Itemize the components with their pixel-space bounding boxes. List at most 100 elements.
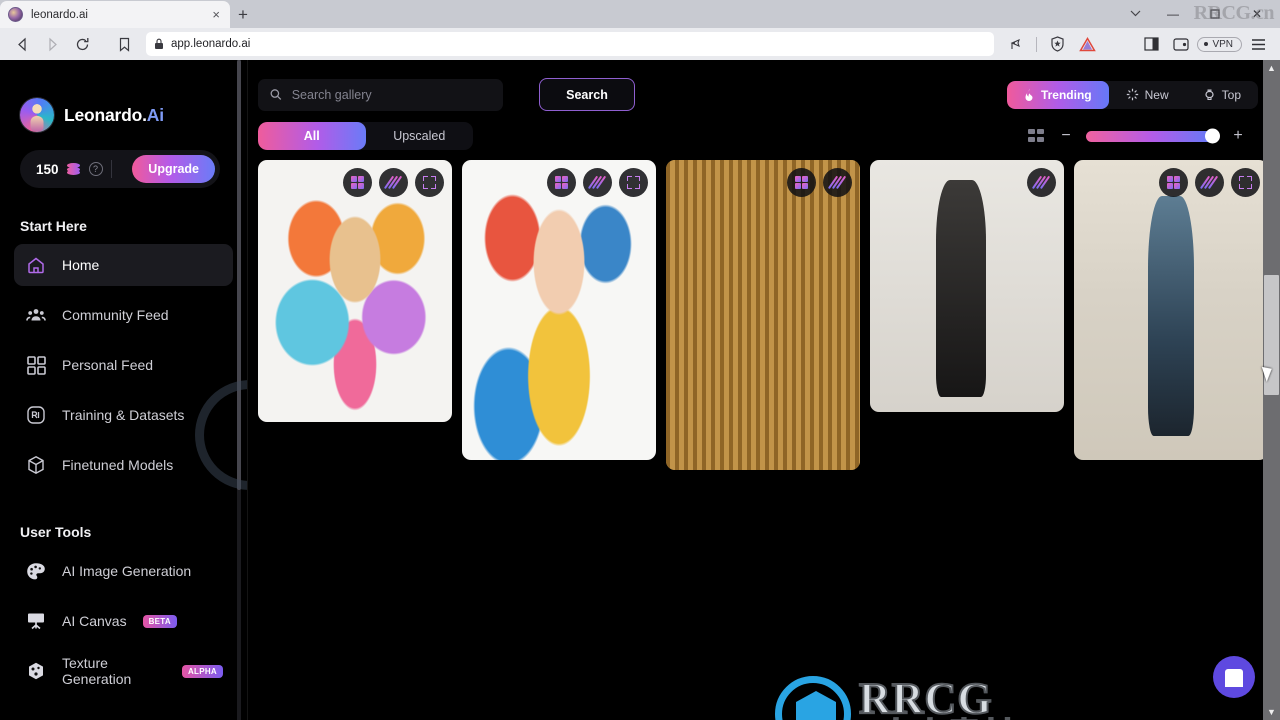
coins-icon — [66, 163, 81, 175]
search-field-wrapper[interactable] — [258, 78, 503, 111]
card-actions — [547, 168, 648, 197]
zoom-slider-knob[interactable] — [1205, 128, 1220, 144]
question-mark-icon[interactable]: ? — [88, 162, 103, 176]
tab-strip: leonardo.ai × + — ✕ RRCG.cn — [0, 0, 1280, 28]
artwork-image — [666, 160, 860, 470]
upscale-icon[interactable] — [787, 168, 816, 197]
sidebar-item-label: Finetuned Models — [62, 457, 174, 473]
people-icon — [26, 305, 46, 325]
variations-icon[interactable] — [583, 168, 612, 197]
search-input[interactable] — [291, 87, 491, 102]
sidebar-item-ai-canvas[interactable]: AI Canvas BETA — [14, 600, 233, 642]
sidebar-item-finetuned-models[interactable]: Finetuned Models — [14, 444, 233, 486]
card-actions — [787, 168, 852, 197]
variations-icon[interactable] — [823, 168, 852, 197]
app-sidebar: Leonardo.Ai 150 ? Upgrade Start Here Hom… — [0, 60, 248, 720]
sort-option-new[interactable]: New — [1109, 81, 1186, 109]
toolbar-actions: VPN — [1002, 31, 1272, 57]
maximize-button[interactable] — [1194, 0, 1236, 28]
brave-shields-icon[interactable] — [1043, 31, 1071, 57]
variations-icon[interactable] — [1027, 168, 1056, 197]
zoom-out-button[interactable]: − — [1046, 127, 1086, 145]
brand-name: Leonardo.Ai — [64, 104, 164, 125]
close-window-button[interactable]: ✕ — [1236, 0, 1278, 28]
forward-icon[interactable] — [38, 31, 66, 57]
search-button[interactable]: Search — [539, 78, 635, 111]
credits-divider — [110, 160, 112, 178]
texture-cube-icon — [26, 661, 46, 681]
expand-icon[interactable] — [415, 168, 444, 197]
zoom-in-button[interactable]: + — [1218, 127, 1258, 145]
sort-option-trending[interactable]: Trending — [1006, 80, 1109, 109]
sidebar-heading-start-here: Start Here — [20, 218, 87, 234]
lock-icon — [155, 38, 163, 49]
zoom-slider[interactable] — [1086, 128, 1220, 144]
upscale-icon[interactable] — [343, 168, 372, 197]
tab-title: leonardo.ai — [31, 8, 88, 21]
sidebar-item-home[interactable]: Home — [14, 244, 233, 286]
upscale-icon[interactable] — [1159, 168, 1188, 197]
reload-icon[interactable] — [68, 31, 96, 57]
scroll-down-arrow[interactable]: ▼ — [1263, 704, 1280, 720]
home-icon — [26, 255, 46, 275]
grid-layout-icon[interactable] — [1028, 129, 1046, 143]
sidebar-item-label: Community Feed — [62, 307, 169, 323]
sidebar-item-label: Texture Generation — [62, 655, 132, 687]
sidebar-item-label: Home — [62, 257, 100, 273]
gallery-card[interactable] — [462, 160, 656, 460]
vpn-label: VPN — [1212, 38, 1233, 50]
leonardo-app: Leonardo.Ai 150 ? Upgrade Start Here Hom… — [0, 60, 1280, 720]
variations-icon[interactable] — [379, 168, 408, 197]
browser-tab[interactable]: leonardo.ai × — [0, 1, 230, 28]
scroll-up-arrow[interactable]: ▲ — [1263, 60, 1280, 76]
toolbar-divider — [1036, 36, 1038, 52]
browser-toolbar: app.leonardo.ai VPN — [0, 28, 1280, 60]
back-icon[interactable] — [8, 31, 36, 57]
chevron-down-icon[interactable] — [1118, 8, 1152, 20]
gallery-card[interactable] — [1074, 160, 1268, 460]
flame-icon — [1025, 88, 1033, 101]
badge-alpha: ALPHA — [181, 664, 223, 678]
brave-leo-icon[interactable] — [1073, 31, 1101, 57]
gallery-card[interactable] — [258, 160, 452, 422]
filter-option-all[interactable]: All — [258, 122, 366, 150]
gallery-toolbar-row-2: All Upscaled − + — [258, 122, 1258, 150]
bookmark-icon[interactable] — [110, 31, 138, 57]
search-icon — [270, 89, 282, 100]
cube-icon — [26, 455, 46, 475]
sidebar-item-label: AI Image Generation — [62, 563, 192, 579]
brand-logo-row[interactable]: Leonardo.Ai — [14, 60, 233, 132]
new-tab-button[interactable]: + — [230, 2, 256, 28]
sidebar-item-community-feed[interactable]: Community Feed — [14, 294, 233, 336]
filter-option-upscaled[interactable]: Upscaled — [366, 122, 474, 150]
upgrade-button[interactable]: Upgrade — [132, 155, 215, 183]
sidebar-item-training-datasets[interactable]: Training & Datasets — [14, 394, 233, 436]
gallery-card[interactable] — [870, 160, 1064, 412]
close-tab-icon[interactable]: × — [210, 8, 222, 21]
intercom-chat-button[interactable] — [1213, 656, 1255, 698]
sidebar-panel-icon[interactable] — [1137, 31, 1165, 57]
page-scrollbar[interactable]: ▲ ▼ — [1263, 60, 1280, 720]
upscale-icon[interactable] — [547, 168, 576, 197]
vpn-button[interactable]: VPN — [1197, 36, 1242, 52]
minimize-button[interactable]: — — [1152, 0, 1194, 28]
palette-icon — [26, 561, 46, 581]
sidebar-item-label: Personal Feed — [62, 357, 154, 373]
hamburger-menu-icon[interactable] — [1244, 31, 1272, 57]
artwork-image — [258, 160, 452, 422]
sort-option-top[interactable]: Top — [1186, 81, 1258, 109]
training-icon — [26, 405, 46, 425]
vpn-status-dot — [1204, 42, 1209, 46]
sidebar-item-texture-generation[interactable]: Texture Generation ALPHA — [14, 650, 233, 692]
image-gallery-grid — [258, 160, 1280, 720]
sidebar-item-personal-feed[interactable]: Personal Feed — [14, 344, 233, 386]
address-bar[interactable]: app.leonardo.ai — [146, 32, 995, 56]
expand-icon[interactable] — [1231, 168, 1260, 197]
sidebar-item-ai-image-generation[interactable]: AI Image Generation — [14, 550, 233, 592]
gallery-card[interactable] — [666, 160, 860, 470]
badge-beta: BETA — [142, 614, 177, 628]
wallet-icon[interactable] — [1167, 31, 1195, 57]
expand-icon[interactable] — [619, 168, 648, 197]
share-icon[interactable] — [1002, 31, 1030, 57]
variations-icon[interactable] — [1195, 168, 1224, 197]
